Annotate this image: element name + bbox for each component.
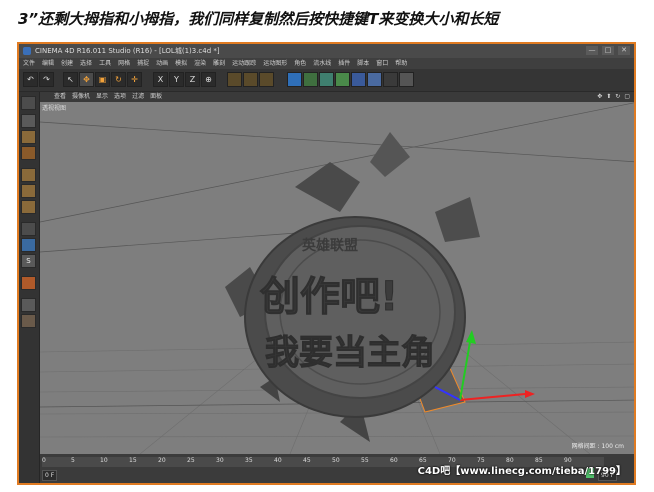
dolly-icon[interactable]: ⬆: [606, 92, 611, 102]
orbit-icon[interactable]: ↻: [615, 92, 620, 102]
grid-spacing-label: 网格间距 : 100 cm: [571, 443, 624, 450]
timeline-tick: 55: [361, 457, 369, 464]
deformer-icon[interactable]: [351, 72, 366, 87]
camera-icon[interactable]: [383, 72, 398, 87]
maximize-button[interactable]: □: [602, 46, 614, 55]
axis-mode-icon[interactable]: [21, 222, 36, 236]
timeline-tick: 20: [158, 457, 166, 464]
left-mode-toolbar: S: [19, 92, 40, 483]
menu-file[interactable]: 文件: [23, 58, 35, 69]
render-settings-icon[interactable]: [259, 72, 274, 87]
menu-animate[interactable]: 动画: [156, 58, 168, 69]
timeline-tick: 35: [245, 457, 253, 464]
minimize-button[interactable]: —: [586, 46, 598, 55]
viewport-view-label: 透视视图: [42, 105, 67, 112]
logo-text-top: 英雄联盟: [301, 237, 358, 254]
menu-sculpt[interactable]: 雕刻: [213, 58, 225, 69]
menu-motion-tracker[interactable]: 运动跟踪: [232, 58, 256, 69]
timeline-tick: 10: [100, 457, 108, 464]
lock-workplane-icon[interactable]: [21, 298, 36, 312]
menu-select[interactable]: 选择: [80, 58, 92, 69]
texture-mode-icon[interactable]: [21, 130, 36, 144]
menu-script[interactable]: 脚本: [357, 58, 369, 69]
menu-plugins[interactable]: 插件: [338, 58, 350, 69]
edges-mode-icon[interactable]: [21, 184, 36, 198]
tutorial-caption: 3”还剩大拇指和小拇指，我们同样复制然后按快捷键T来变换大小和长短: [18, 10, 499, 28]
select-tool-button[interactable]: ↖: [63, 72, 78, 87]
menu-help[interactable]: 帮助: [395, 58, 407, 69]
render-picture-viewer-icon[interactable]: [243, 72, 258, 87]
menu-window[interactable]: 窗口: [376, 58, 388, 69]
viewport-menu-cameras[interactable]: 摄像机: [72, 92, 90, 102]
window-title: CINEMA 4D R16.011 Studio (R16) - [LOL城(1…: [35, 47, 220, 55]
make-editable-icon[interactable]: [21, 96, 36, 110]
menu-render[interactable]: 渲染: [194, 58, 206, 69]
array-icon[interactable]: [335, 72, 350, 87]
viewport-menu-filter[interactable]: 过滤: [132, 92, 144, 102]
planar-workplane-icon[interactable]: [21, 314, 36, 328]
c4d-window: CINEMA 4D R16.011 Studio (R16) - [LOL城(1…: [17, 42, 636, 485]
timeline-tick: 60: [390, 457, 398, 464]
redo-button[interactable]: ↷: [39, 72, 54, 87]
timeline-tick: 25: [187, 457, 195, 464]
timeline-tick: 30: [216, 457, 224, 464]
menu-simulate[interactable]: 模拟: [175, 58, 187, 69]
main-menu-bar: 文件 编辑 创建 选择 工具 网格 捕捉 动画 模拟 渲染 雕刻 运动跟踪 运动…: [19, 58, 634, 69]
subdivision-icon[interactable]: [319, 72, 334, 87]
close-button[interactable]: ✕: [618, 46, 630, 55]
menu-mograph[interactable]: 运动图形: [263, 58, 287, 69]
viewport-menu-display[interactable]: 显示: [96, 92, 108, 102]
menu-tools[interactable]: 工具: [99, 58, 111, 69]
coin-logo-model: 英雄联盟 创作吧! 我要当主角: [244, 216, 466, 418]
render-view-icon[interactable]: [227, 72, 242, 87]
cinema4d-app-icon: [23, 47, 31, 55]
viewport-menu: 查看 摄像机 显示 选项 过滤 面板 ✥ ⬆ ↻ ▢: [40, 92, 634, 102]
pen-spline-icon[interactable]: [303, 72, 318, 87]
menu-create[interactable]: 创建: [61, 58, 73, 69]
watermark: C4D吧【www.linecg.com/tieba/1799】: [417, 466, 626, 477]
tweak-mode-icon[interactable]: [21, 238, 36, 252]
timeline-tick: 40: [274, 457, 282, 464]
pan-icon[interactable]: ✥: [597, 92, 602, 102]
points-mode-icon[interactable]: [21, 168, 36, 182]
cube-primitive-icon[interactable]: [287, 72, 302, 87]
timeline-tick: 0: [42, 457, 46, 464]
logo-text-bottom: 我要当主角: [265, 333, 435, 373]
timeline-tick: 50: [332, 457, 340, 464]
menu-character[interactable]: 角色: [294, 58, 306, 69]
menu-pipeline[interactable]: 流水线: [313, 58, 331, 69]
coordinate-system-button[interactable]: ⊕: [201, 72, 216, 87]
viewport-menu-panel[interactable]: 面板: [150, 92, 162, 102]
floor-icon[interactable]: [367, 72, 382, 87]
timeline-tick: 5: [71, 457, 75, 464]
viewport-menu-view[interactable]: 查看: [54, 92, 66, 102]
magnet-icon[interactable]: [21, 276, 36, 290]
y-axis-button[interactable]: Y: [169, 72, 184, 87]
x-axis-button[interactable]: X: [153, 72, 168, 87]
title-bar: CINEMA 4D R16.011 Studio (R16) - [LOL城(1…: [19, 44, 634, 58]
undo-button[interactable]: ↶: [23, 72, 38, 87]
timeline-tick: 15: [129, 457, 137, 464]
z-axis-button[interactable]: Z: [185, 72, 200, 87]
menu-mesh[interactable]: 网格: [118, 58, 130, 69]
model-mode-icon[interactable]: [21, 114, 36, 128]
polygons-mode-icon[interactable]: [21, 200, 36, 214]
light-icon[interactable]: [399, 72, 414, 87]
viewport-scene: 英雄联盟 创作吧! 我要当主角: [40, 102, 634, 454]
move-tool-button[interactable]: ✥: [79, 72, 94, 87]
timeline-tick: 45: [303, 457, 311, 464]
snap-icon[interactable]: S: [21, 254, 36, 268]
rotate-tool-button[interactable]: ↻: [111, 72, 126, 87]
workplane-icon[interactable]: [21, 146, 36, 160]
main-toolbar: ↶ ↷ ↖ ✥ ▣ ↻ ✛ X Y Z ⊕: [19, 69, 634, 92]
menu-edit[interactable]: 编辑: [42, 58, 54, 69]
perspective-viewport[interactable]: 英雄联盟 创作吧! 我要当主角 透视视图 网格间距 : 100 cm: [40, 102, 634, 454]
scale-tool-button[interactable]: ▣: [95, 72, 110, 87]
maximize-view-icon[interactable]: ▢: [624, 92, 630, 102]
current-frame-field[interactable]: 0 F: [42, 470, 58, 481]
live-select-button[interactable]: ✛: [127, 72, 142, 87]
viewport-menu-options[interactable]: 选项: [114, 92, 126, 102]
logo-text-mid: 创作吧!: [260, 274, 398, 320]
menu-snap[interactable]: 捕捉: [137, 58, 149, 69]
